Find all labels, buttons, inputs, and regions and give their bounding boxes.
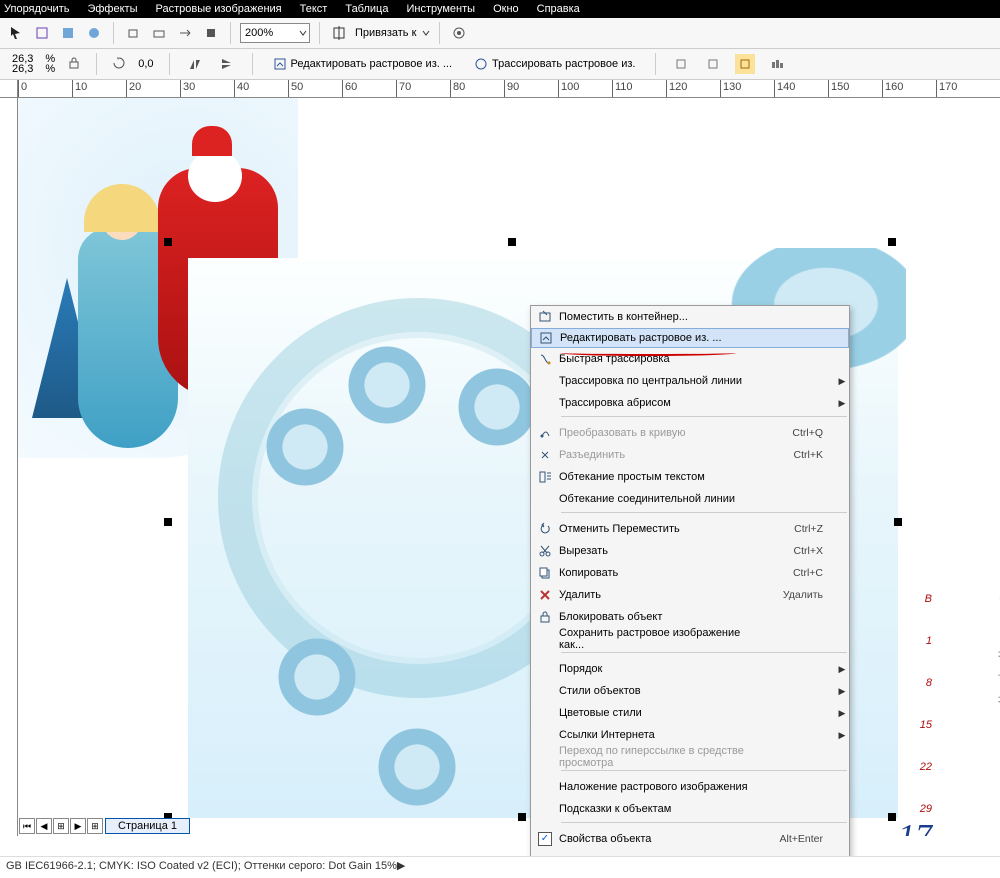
- menu-tools[interactable]: Инструменты: [406, 3, 475, 15]
- pointer-tool-icon[interactable]: [6, 23, 26, 43]
- trace-bitmap-button[interactable]: Трассировать растровое из.: [469, 54, 640, 74]
- zoom-value: 200%: [245, 27, 273, 39]
- ctx-item[interactable]: ✓Свойства объектаAlt+Enter: [531, 828, 849, 850]
- page-tab[interactable]: Страница 1: [105, 818, 190, 834]
- ctx-item: Преобразовать в кривуюCtrl+Q: [531, 422, 849, 444]
- btn-g[interactable]: [201, 23, 221, 43]
- chevron-down-icon[interactable]: [422, 29, 430, 37]
- ctx-item[interactable]: Трассировка по центральной линии▶: [531, 370, 849, 392]
- ctx-item[interactable]: Ссылки Интернета▶: [531, 724, 849, 746]
- rotation-angle[interactable]: 0,0: [138, 58, 153, 70]
- ruler-horizontal: 0102030405060708090100110120130140150160…: [0, 80, 1000, 98]
- ctx-item[interactable]: Порядок▶: [531, 658, 849, 680]
- btn-b[interactable]: [58, 23, 78, 43]
- property-bar: 26,3 26,3 % % 0,0 Редактировать растрово…: [0, 49, 1000, 80]
- btn-e[interactable]: [149, 23, 169, 43]
- ctx-item[interactable]: Сохранить растровое изображение как...: [531, 628, 849, 650]
- selection-handle[interactable]: [518, 813, 526, 821]
- ctx-item[interactable]: Обтекание простым текстом: [531, 466, 849, 488]
- ctx-item: Переход по гиперссылке в средстве просмо…: [531, 746, 849, 768]
- ctx-item[interactable]: ВырезатьCtrl+X: [531, 540, 849, 562]
- position-readout: 26,3 26,3: [12, 54, 33, 74]
- chevron-down-icon: [299, 29, 307, 37]
- ctx-item[interactable]: Блокировать объект: [531, 606, 849, 628]
- zoom-level-field[interactable]: 200%: [240, 23, 310, 43]
- page-navigator: ⏮ ◀ ⊞ ▶ ⊞ Страница 1: [18, 816, 190, 836]
- ctx-item: РазъединитьCtrl+K: [531, 444, 849, 466]
- tb-x4[interactable]: [767, 54, 787, 74]
- ctx-item[interactable]: Стили объектов▶: [531, 680, 849, 702]
- ctx-item[interactable]: КопироватьCtrl+C: [531, 562, 849, 584]
- selection-handle[interactable]: [164, 238, 172, 246]
- btn-a[interactable]: [32, 23, 52, 43]
- btn-f[interactable]: [175, 23, 195, 43]
- status-bottom: GB IEC61966-2.1; CMYK: ISO Coated v2 (EC…: [0, 856, 1000, 878]
- ruler-vertical: [0, 98, 18, 836]
- snap-label: Привязать к: [355, 27, 416, 39]
- menu-effects[interactable]: Эффекты: [87, 3, 137, 15]
- selection-handle[interactable]: [508, 238, 516, 246]
- ctx-item[interactable]: Обтекание соединительной линии: [531, 488, 849, 510]
- tb-x2[interactable]: [703, 54, 723, 74]
- first-page-button[interactable]: ⏮: [19, 818, 35, 834]
- ctx-item[interactable]: УдалитьУдалить: [531, 584, 849, 606]
- snap-icon[interactable]: [329, 23, 349, 43]
- ctx-item[interactable]: Наложение растрового изображения: [531, 776, 849, 798]
- tb-x3[interactable]: [735, 54, 755, 74]
- canvas[interactable]: В 1 8 15 22 29 17 ⏮ ◀ ⊞ ▶ ⊞ Страница 1: [18, 98, 1000, 836]
- ctx-item[interactable]: Подсказки к объектам: [531, 798, 849, 820]
- prev-page-button[interactable]: ◀: [36, 818, 52, 834]
- ctx-item[interactable]: Отменить ПереместитьCtrl+Z: [531, 518, 849, 540]
- add-page-before-button[interactable]: ⊞: [53, 818, 69, 834]
- menu-bitmaps[interactable]: Растровые изображения: [155, 3, 281, 15]
- selection-handle[interactable]: [888, 238, 896, 246]
- ctx-item[interactable]: Цветовые стили▶: [531, 702, 849, 724]
- calendar-numbers: В 1 8 15 22 29: [920, 578, 932, 830]
- menu-arrange[interactable]: Упорядочить: [4, 3, 69, 15]
- ctx-item[interactable]: Редактировать растровое из. ...: [531, 328, 849, 348]
- tb-x1[interactable]: [671, 54, 691, 74]
- ctx-item[interactable]: Трассировка абрисом▶: [531, 392, 849, 414]
- context-menu[interactable]: Поместить в контейнер...Редактировать ра…: [530, 305, 850, 873]
- ctx-item[interactable]: Быстрая трассировка: [531, 348, 849, 370]
- menu-table[interactable]: Таблица: [345, 3, 388, 15]
- selection-handle[interactable]: [894, 518, 902, 526]
- next-page-button[interactable]: ▶: [70, 818, 86, 834]
- menu-help[interactable]: Справка: [537, 3, 580, 15]
- edit-bitmap-button[interactable]: Редактировать растровое из. ...: [268, 54, 458, 74]
- menubar[interactable]: Упорядочить Эффекты Растровые изображени…: [0, 0, 1000, 18]
- add-page-after-button[interactable]: ⊞: [87, 818, 103, 834]
- selection-handle[interactable]: [164, 518, 172, 526]
- lock-ratio-icon[interactable]: [67, 56, 81, 73]
- rotate-icon[interactable]: [112, 56, 126, 73]
- mirror-v-icon[interactable]: [217, 54, 237, 74]
- menu-window[interactable]: Окно: [493, 3, 519, 15]
- mirror-h-icon[interactable]: [185, 54, 205, 74]
- btn-c[interactable]: [84, 23, 104, 43]
- selection-handle[interactable]: [888, 813, 896, 821]
- size-pct: % %: [45, 54, 55, 74]
- options-icon[interactable]: [449, 23, 469, 43]
- standard-toolbar: 200% Привязать к: [0, 18, 1000, 49]
- menu-text[interactable]: Текст: [300, 3, 328, 15]
- ctx-item[interactable]: Поместить в контейнер...: [531, 306, 849, 328]
- btn-d[interactable]: [123, 23, 143, 43]
- year-fragment: 17: [898, 818, 932, 836]
